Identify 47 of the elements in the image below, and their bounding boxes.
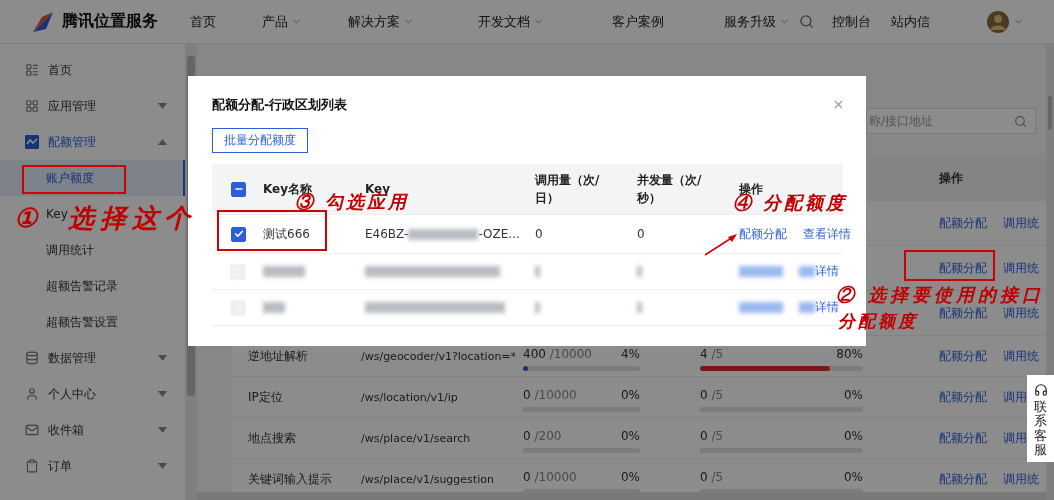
table-cell: 测试666 [263, 225, 310, 243]
usage-value: 4 [700, 346, 708, 361]
table-cell-text: IP定位 [248, 388, 284, 406]
percent-value: 4% [620, 346, 640, 361]
table-cell-text: 逆地址解析 [248, 347, 309, 365]
annotation-note: ④ 分配额度 [733, 194, 848, 212]
key-prefix: E46BZ- [365, 227, 409, 241]
usage-value: 400 [523, 346, 546, 361]
brand-name: 腾讯位置服务 [62, 11, 159, 32]
dialog-title: 配额分配-行政区划列表 [212, 96, 348, 114]
table-cell-text: 地点搜索 [248, 429, 297, 447]
quota-value: /5 [711, 346, 724, 361]
percent-value: 0% [620, 428, 640, 443]
table-cell-text: 关键词输入提示 [248, 470, 333, 488]
usage-value: 0 [700, 387, 708, 402]
usage-value: 0 [700, 428, 708, 443]
percent-value: 0% [843, 428, 863, 443]
usage-value: 0 [523, 387, 531, 402]
annotation-note: ③ 勾选应用 [295, 193, 410, 211]
percent-value: 0% [843, 469, 863, 484]
percent-value: 0% [843, 387, 863, 402]
column-header: 操作 [939, 169, 964, 187]
table-cell-text: /ws/place/v1/suggestion [361, 472, 495, 486]
table-cell-text: /ws/geocoder/v1?location=* [361, 349, 518, 363]
quota-value: /5 [711, 469, 724, 484]
quota-value: /5 [711, 387, 724, 402]
percent-value: 0% [620, 387, 640, 402]
quota-value: /10000 [549, 346, 592, 361]
column-header: 并发量（次/秒） [637, 172, 703, 207]
column-header: 调用量（次/日） [535, 172, 601, 207]
table-cell-text: /ws/place/v1/search [361, 431, 472, 445]
usage-value: 0 [700, 469, 708, 484]
usage-value: 0 [523, 469, 531, 484]
percent-value: 80% [836, 346, 863, 361]
table-cell-text: /ws/location/v1/ip [361, 390, 459, 404]
table-cell: 0 [535, 227, 543, 241]
quota-value: /10000 [534, 387, 577, 402]
column-header: 操作 [739, 181, 763, 196]
table-cell: 0 [637, 227, 645, 241]
percent-value: 0% [620, 469, 640, 484]
quota-value: /10000 [534, 469, 577, 484]
annotation-note: ① [14, 205, 37, 231]
quota-value: /5 [711, 428, 724, 443]
annotation-note: ② 选择要使用的接口 [836, 286, 1045, 304]
usage-value: 0 [523, 428, 531, 443]
key-suffix: -OZE... [478, 227, 520, 241]
quota-value: /200 [534, 428, 562, 443]
